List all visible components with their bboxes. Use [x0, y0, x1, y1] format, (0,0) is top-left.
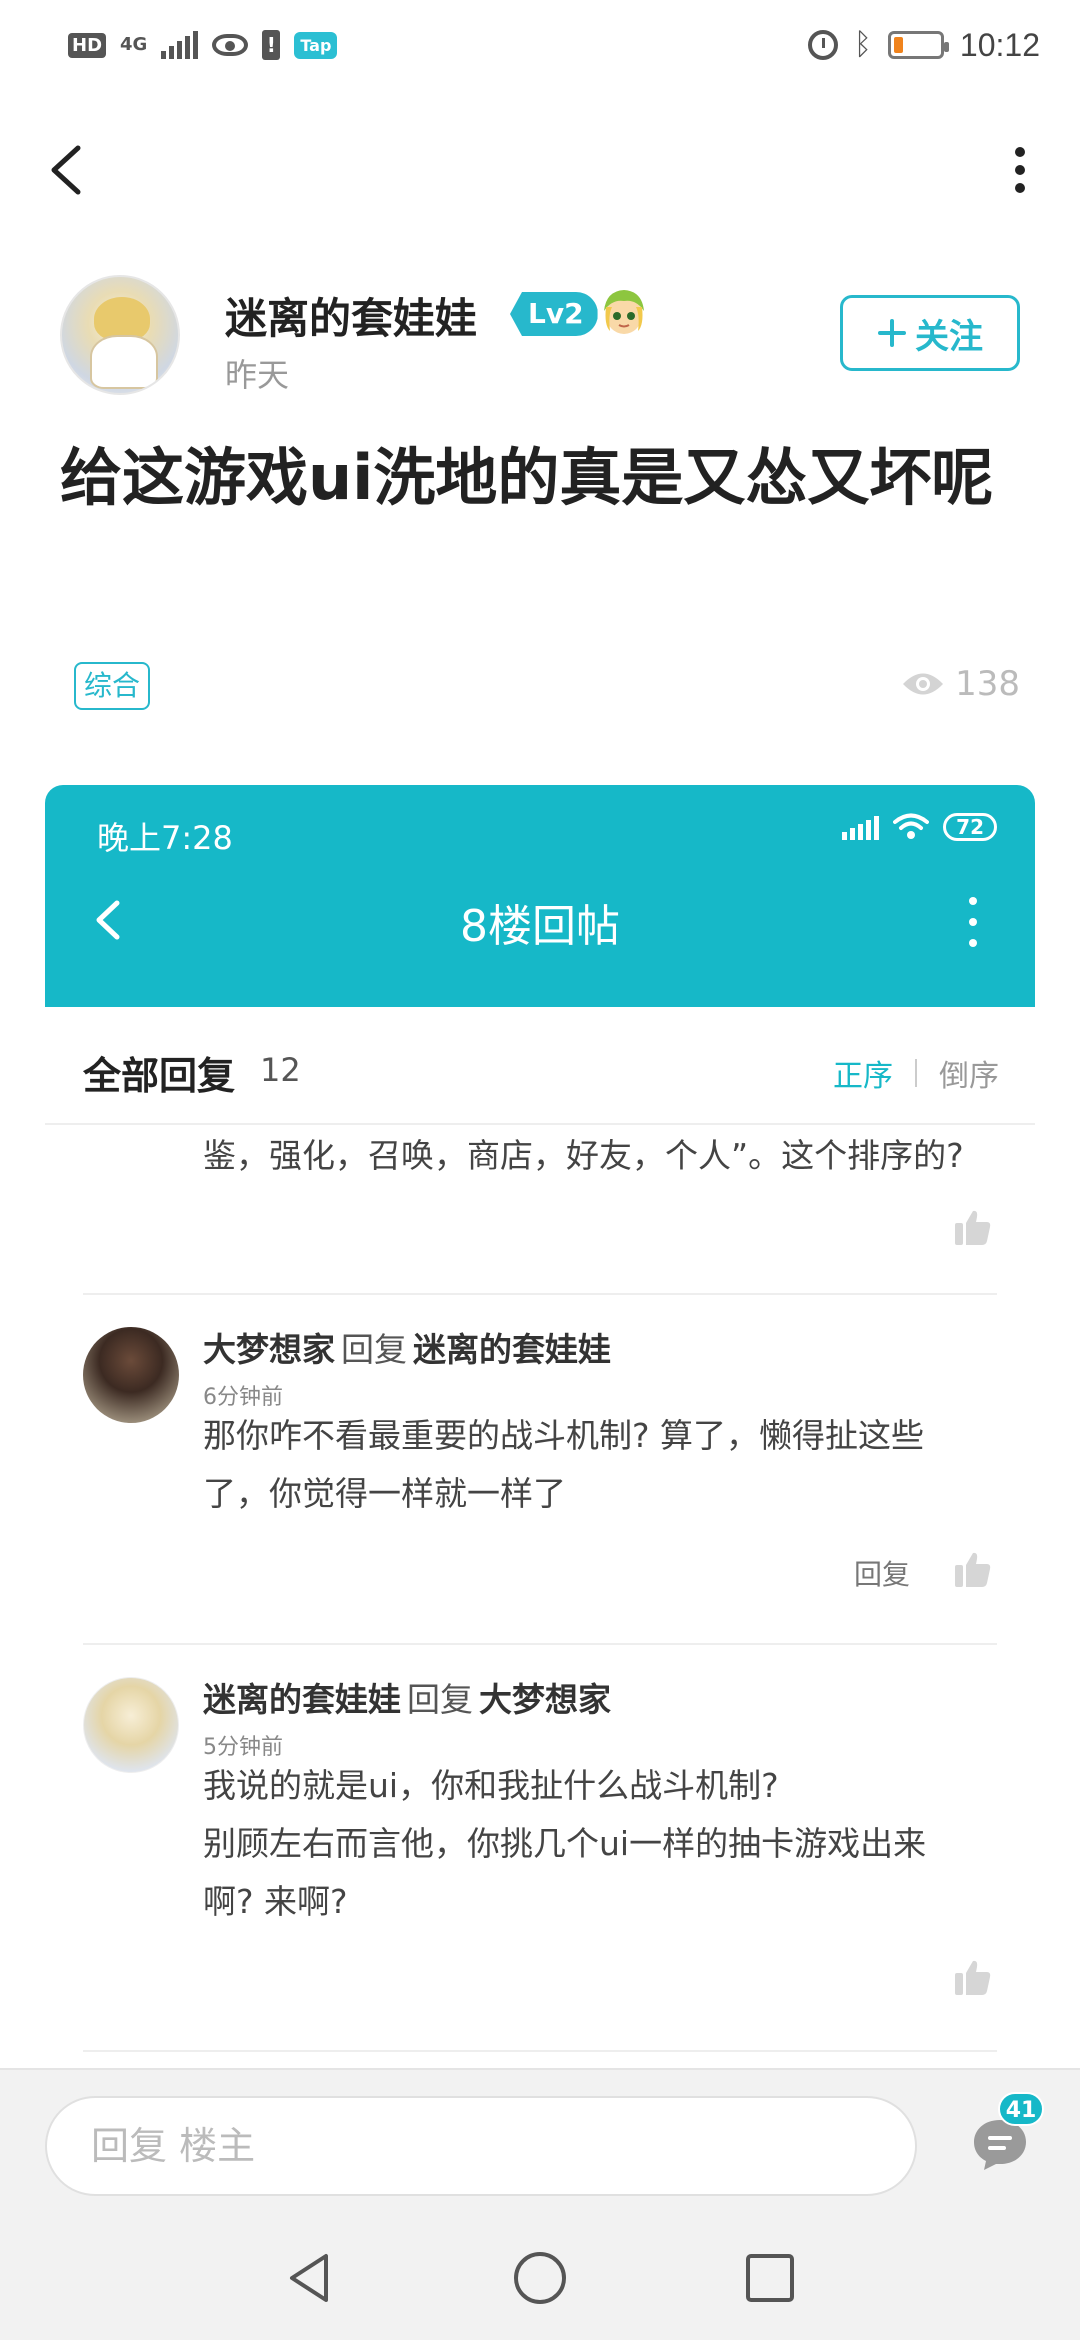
- reply-to-name: 迷离的套娃娃: [413, 1330, 611, 1369]
- alarm-icon: [807, 30, 838, 60]
- like-icon[interactable]: [953, 1549, 993, 1589]
- comment-author-line: 大梦想家 回复 迷离的套娃娃: [203, 1323, 611, 1371]
- author-avatar[interactable]: [60, 275, 180, 395]
- post-author: 迷离的套娃娃 Lv2 昨天 关注: [60, 275, 1020, 395]
- system-nav-bar: [0, 2216, 1080, 2340]
- comment-author: 迷离的套娃娃: [203, 1680, 401, 1719]
- taptap-icon: Tap: [294, 31, 338, 59]
- comment-line: 那你咋不看最重要的战斗机制? 算了，懒得扯这些: [203, 1416, 925, 1455]
- replies-title: 全部回复: [83, 1054, 236, 1098]
- back-arrow-icon: [51, 145, 81, 195]
- comment-body: 我说的就是ui，你和我扯什么战斗机制? 别顾左右而言他，你挑几个ui一样的抽卡游…: [203, 1757, 1003, 1931]
- top-nav: [0, 120, 1080, 220]
- like-icon[interactable]: [953, 1957, 993, 1997]
- nav-home-icon[interactable]: [510, 2248, 570, 2308]
- follow-label: 关注: [915, 316, 983, 357]
- divider: [83, 2050, 997, 2052]
- network-type: 4G: [120, 34, 148, 55]
- nav-back-icon[interactable]: [280, 2248, 340, 2308]
- warning-icon: !: [262, 30, 281, 60]
- divider: [83, 1293, 997, 1295]
- category-tag[interactable]: 综合: [74, 662, 151, 710]
- replies-bar: 全部回复 12 正序 倒序: [45, 1007, 1035, 1125]
- shot-header: 晚上7:28 72 8楼回帖: [45, 785, 1035, 1007]
- comment-line: 了，你觉得一样就一样了: [203, 1474, 566, 1513]
- more-vert-icon: [1015, 147, 1025, 157]
- more-options-button[interactable]: [1000, 140, 1040, 200]
- shot-status-icons: 72: [842, 813, 997, 841]
- comment-body: 那你咋不看最重要的战斗机制? 算了，懒得扯这些 了，你觉得一样就一样了: [203, 1407, 1003, 1523]
- status-bar: HD 4G ! Tap ᛒ 10:12: [0, 0, 1080, 90]
- shot-signal-icon: [842, 814, 880, 840]
- like-icon: [955, 1210, 991, 1245]
- replies-count: 12: [260, 1051, 301, 1089]
- level-badge: Lv2: [510, 292, 598, 336]
- comment-line: 我说的就是ui，你和我扯什么战斗机制?: [203, 1766, 779, 1805]
- signal-icon: [161, 31, 199, 59]
- comment-line: 啊? 来啊?: [203, 1882, 348, 1921]
- shot-more-icon: [963, 897, 983, 947]
- sort-controls: 正序 倒序: [833, 1051, 999, 1095]
- comment-line: 别顾左右而言他，你挑几个ui一样的抽卡游戏出来: [203, 1824, 927, 1863]
- hd-indicator: HD: [68, 32, 107, 58]
- embedded-screenshot[interactable]: 晚上7:28 72 8楼回帖 全部回复 12 正序 倒序 鉴，强化，召唤，商店，…: [45, 785, 1035, 2070]
- nav-recents-icon[interactable]: [740, 2248, 800, 2308]
- divider: [83, 1643, 997, 1645]
- reply-to-name: 大梦想家: [479, 1680, 611, 1719]
- view-count-value: 138: [955, 664, 1020, 704]
- comment-author: 大梦想家: [203, 1330, 335, 1369]
- shot-status-time: 晚上7:28: [97, 819, 233, 857]
- battery-icon: [887, 31, 949, 59]
- author-name[interactable]: 迷离的套娃娃: [225, 285, 477, 346]
- eye-icon: [903, 673, 944, 695]
- comment-author-line: 迷离的套娃娃 回复 大梦想家: [203, 1673, 611, 1721]
- sort-ascending: 正序: [833, 1059, 893, 1094]
- reply-input[interactable]: 回复 楼主: [45, 2096, 917, 2196]
- reply-button[interactable]: 回复: [854, 1553, 910, 1593]
- eye-comfort-icon: [212, 34, 249, 56]
- comment-avatar[interactable]: [83, 1677, 179, 1773]
- reply-word: 回复: [407, 1680, 473, 1719]
- reply-word: 回复: [341, 1330, 407, 1369]
- comment-fragment: 鉴，强化，召唤，商店，好友，个人”。这个排序的?: [203, 1136, 964, 1175]
- shot-title: 8楼回帖: [460, 901, 620, 952]
- back-button[interactable]: [40, 140, 100, 200]
- bluetooth-icon: ᛒ: [853, 27, 872, 62]
- sort-descending: 倒序: [939, 1059, 999, 1094]
- follow-button[interactable]: 关注: [840, 295, 1020, 371]
- shot-wifi-icon: [893, 813, 930, 839]
- shot-battery: 72: [943, 813, 997, 841]
- comment-count-badge: 41: [998, 2092, 1044, 2126]
- plus-icon: [878, 319, 906, 347]
- reply-bar: 回复 楼主 41: [0, 2068, 1080, 2216]
- level-avatar-icon: [604, 290, 644, 334]
- post-title: 给这游戏ui洗地的真是又怂又坏呢: [60, 441, 994, 514]
- view-count: 138: [901, 664, 1020, 704]
- post-time: 昨天: [225, 356, 290, 394]
- clock: 10:12: [959, 26, 1040, 63]
- comment-avatar[interactable]: [83, 1327, 179, 1423]
